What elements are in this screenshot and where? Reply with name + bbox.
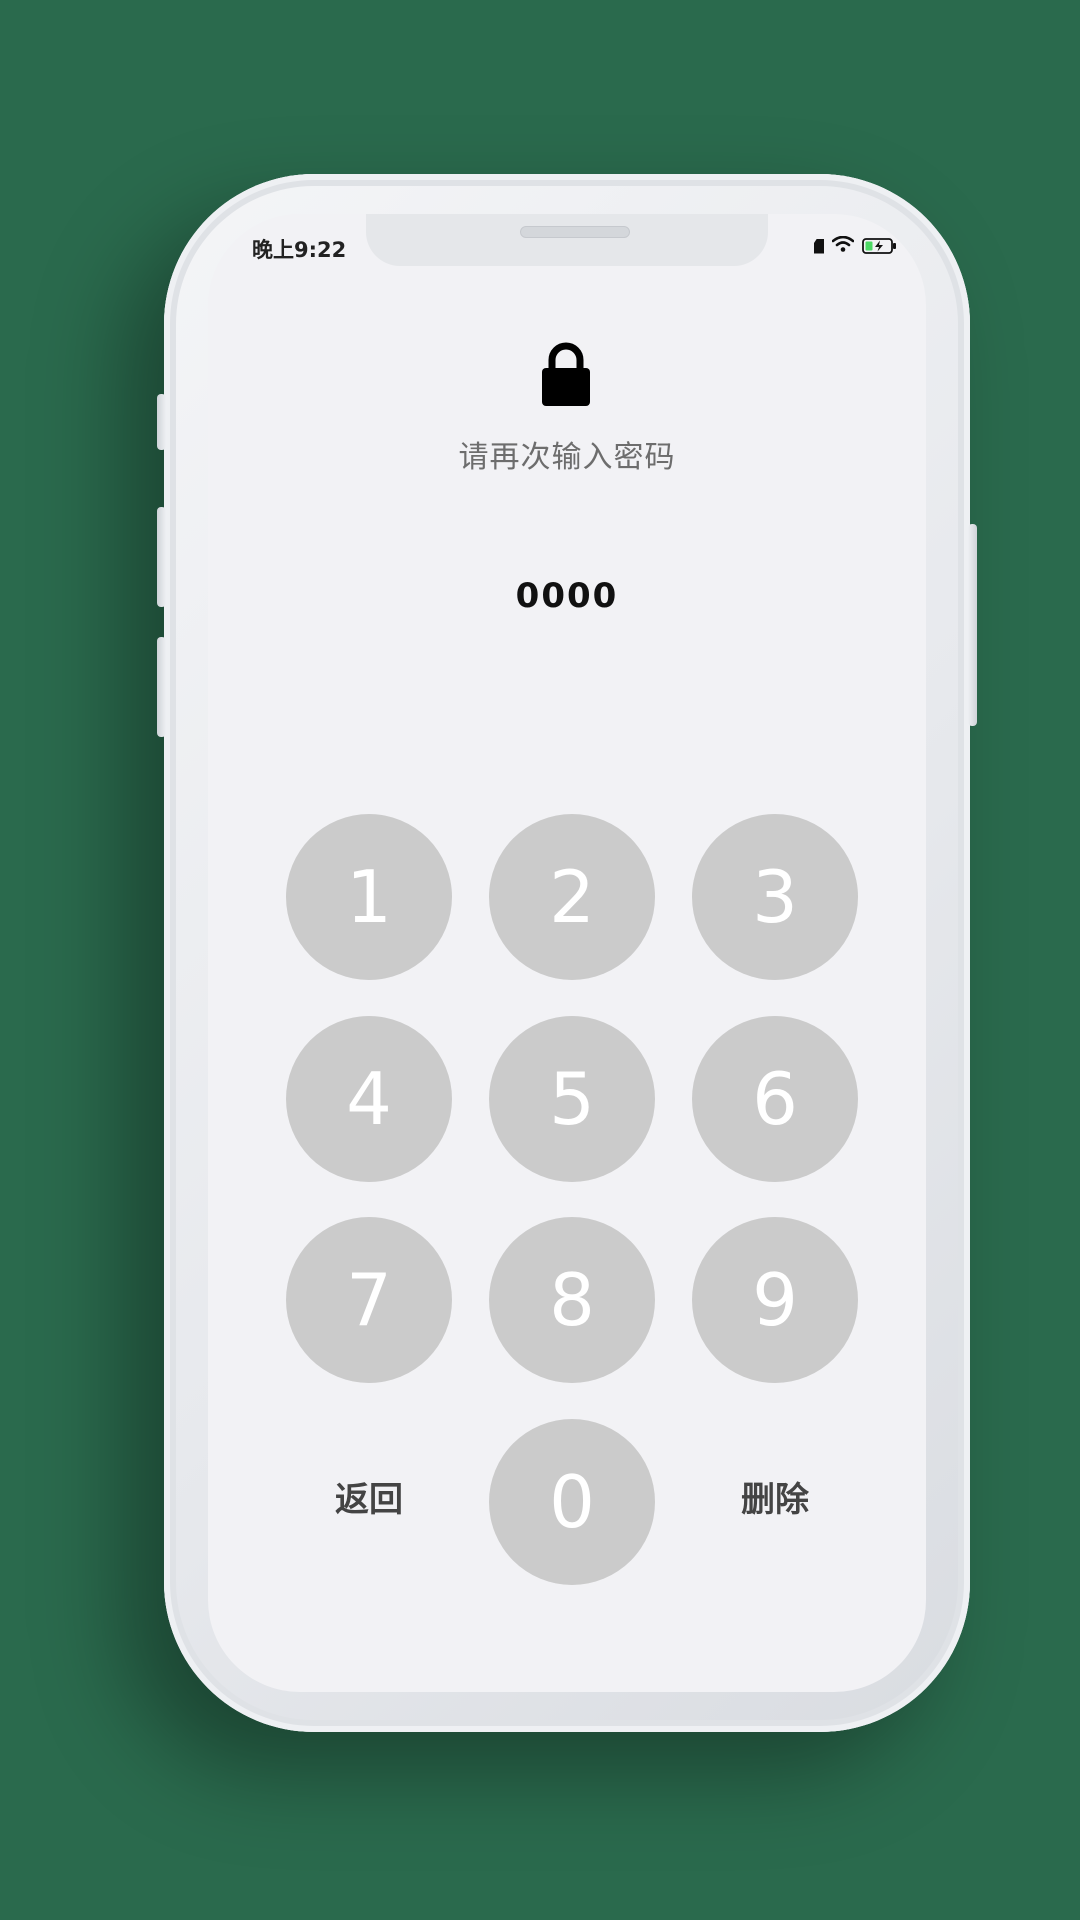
delete-button[interactable]: 删除 xyxy=(692,1470,858,1530)
key-1[interactable]: 1 xyxy=(286,814,452,980)
lock-icon xyxy=(535,338,597,410)
power-button xyxy=(968,524,977,726)
notch xyxy=(366,214,768,266)
status-icons xyxy=(814,235,898,256)
key-6[interactable]: 6 xyxy=(692,1016,858,1182)
key-7[interactable]: 7 xyxy=(286,1217,452,1383)
volume-down-button xyxy=(157,637,166,737)
key-0[interactable]: 0 xyxy=(489,1419,655,1585)
wifi-icon xyxy=(831,235,855,256)
speaker-grille xyxy=(520,226,630,238)
battery-charging-icon xyxy=(862,237,898,255)
sim-icon xyxy=(814,238,824,254)
key-9[interactable]: 9 xyxy=(692,1217,858,1383)
volume-up-button xyxy=(157,507,166,607)
entered-code: 0000 xyxy=(515,576,619,616)
key-8[interactable]: 8 xyxy=(489,1217,655,1383)
phone-screen: 晚上9:22 请再次输入密码 0000 1 2 3 4 5 6 7 8 9 返回… xyxy=(208,214,926,1692)
key-3[interactable]: 3 xyxy=(692,814,858,980)
key-5[interactable]: 5 xyxy=(489,1016,655,1182)
key-2[interactable]: 2 xyxy=(489,814,655,980)
phone-frame: 晚上9:22 请再次输入密码 0000 1 2 3 4 5 6 7 8 9 返回… xyxy=(157,174,977,1732)
key-4[interactable]: 4 xyxy=(286,1016,452,1182)
status-time: 晚上9:22 xyxy=(252,238,347,262)
mute-switch xyxy=(157,394,166,450)
back-button[interactable]: 返回 xyxy=(286,1470,452,1530)
password-prompt: 请再次输入密码 xyxy=(458,440,676,475)
